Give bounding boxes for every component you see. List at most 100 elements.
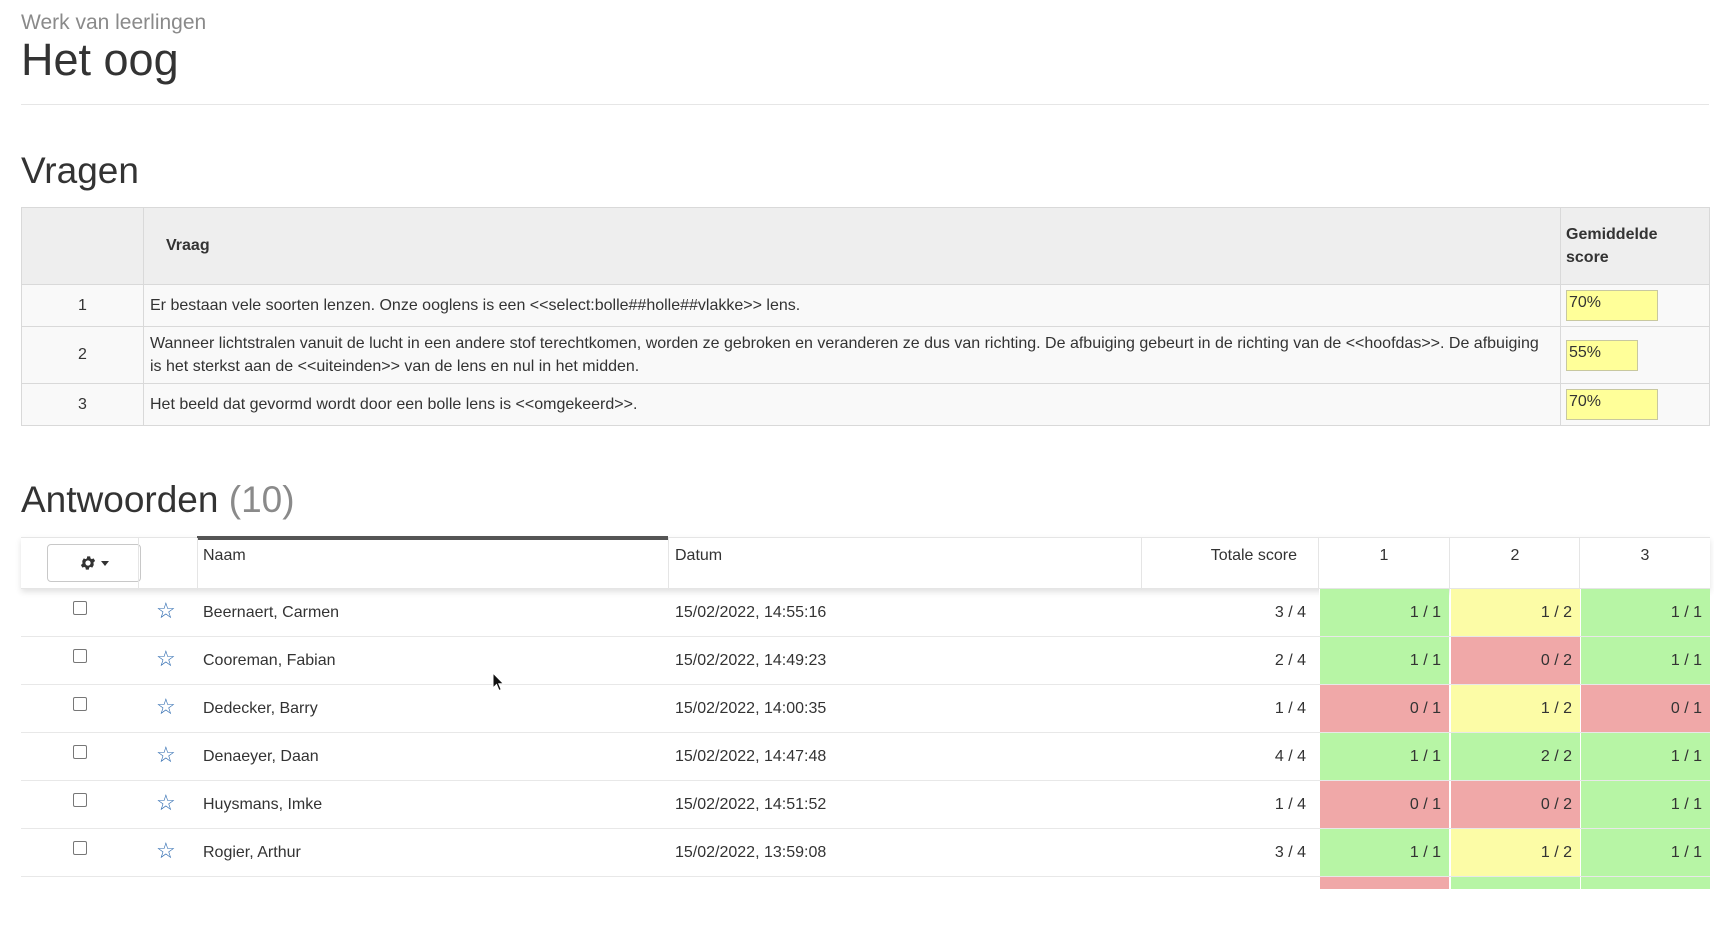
- question-number: 2: [21, 326, 144, 384]
- score-q1: 1 / 1: [1319, 829, 1449, 876]
- row-checkbox[interactable]: [73, 697, 87, 711]
- header-vraag: Vraag: [143, 207, 1561, 285]
- column-header-naam[interactable]: Naam: [203, 538, 663, 590]
- score-q3: 1 / 1: [1580, 733, 1710, 780]
- row-checkbox[interactable]: [73, 745, 87, 759]
- question-text: Wanneer lichtstralen vanuit de lucht in …: [143, 326, 1561, 384]
- questions-header-row: Vraag Gemiddelde score: [21, 207, 1710, 285]
- question-row: 3 Het beeld dat gevormd wordt door een b…: [21, 383, 1710, 426]
- student-name-link[interactable]: Beernaert, Carmen: [203, 589, 663, 636]
- questions-table: Vraag Gemiddelde score 1 Er bestaan vele…: [21, 207, 1710, 426]
- star-outline-icon[interactable]: ☆: [156, 637, 176, 681]
- table-row-partial: [21, 877, 1710, 925]
- row-checkbox[interactable]: [73, 601, 87, 615]
- student-name-link[interactable]: Huysmans, Imke: [203, 781, 663, 828]
- score-q3: 0 / 1: [1580, 685, 1710, 732]
- submission-date: 15/02/2022, 14:00:35: [675, 700, 827, 717]
- breadcrumb[interactable]: Werk van leerlingen: [21, 11, 206, 35]
- column-header-q2[interactable]: 2: [1450, 538, 1580, 590]
- score-q1: 1 / 1: [1319, 589, 1449, 636]
- total-score: 3 / 4: [1274, 844, 1306, 861]
- settings-dropdown-button[interactable]: [47, 544, 141, 582]
- total-score: 3 / 4: [1274, 604, 1306, 621]
- submission-date: 15/02/2022, 14:55:16: [675, 604, 827, 621]
- submission-date: 15/02/2022, 14:47:48: [675, 748, 827, 765]
- student-name-link[interactable]: Rogier, Arthur: [203, 829, 663, 876]
- submission-date: 15/02/2022, 13:59:08: [675, 844, 827, 861]
- star-outline-icon[interactable]: ☆: [156, 685, 176, 729]
- antwoorden-heading: Antwoorden (10): [21, 478, 295, 522]
- chevron-down-icon: [101, 560, 109, 566]
- row-checkbox[interactable]: [73, 793, 87, 807]
- score-badge: 70%: [1566, 389, 1658, 420]
- column-header-totale-score[interactable]: Totale score: [1142, 538, 1309, 590]
- header-gemiddelde-score: Gemiddelde score: [1560, 207, 1710, 285]
- score-q1: 0 / 1: [1319, 781, 1449, 828]
- score-q3: 1 / 1: [1580, 829, 1710, 876]
- student-name-link[interactable]: Denaeyer, Daan: [203, 733, 663, 780]
- question-average-score: 70%: [1560, 383, 1710, 426]
- question-text: Er bestaan vele soorten lenzen. Onze oog…: [143, 284, 1561, 327]
- question-row: 2 Wanneer lichtstralen vanuit de lucht i…: [21, 326, 1710, 384]
- question-row: 1 Er bestaan vele soorten lenzen. Onze o…: [21, 284, 1710, 327]
- table-row: ☆ Huysmans, Imke 15/02/2022, 14:51:52 1 / 4…: [21, 781, 1710, 829]
- gear-icon: [80, 556, 96, 570]
- score-q1: 0 / 1: [1319, 685, 1449, 732]
- antwoorden-heading-label: Antwoorden: [21, 479, 219, 520]
- header-vraag-label: Vraag: [166, 237, 210, 254]
- score-q1: 1 / 1: [1319, 637, 1449, 684]
- score-q2: 1 / 2: [1450, 685, 1580, 732]
- score-badge: 55%: [1566, 339, 1638, 371]
- partial-score-q1: [1319, 877, 1449, 889]
- column-header-q1[interactable]: 1: [1319, 538, 1449, 590]
- column-separator: [668, 538, 669, 590]
- answers-table-header: Naam Datum Totale score 1 2 3: [21, 536, 1710, 590]
- table-row: ☆ Cooreman, Fabian 15/02/2022, 14:49:23 2 /…: [21, 637, 1710, 685]
- score-q2: 0 / 2: [1450, 637, 1580, 684]
- star-outline-icon[interactable]: ☆: [156, 589, 176, 633]
- total-score: 1 / 4: [1274, 700, 1306, 717]
- submission-date: 15/02/2022, 14:49:23: [675, 652, 827, 669]
- score-q1: 1 / 1: [1319, 733, 1449, 780]
- divider: [21, 104, 1709, 105]
- student-name-link[interactable]: Cooreman, Fabian: [203, 637, 663, 684]
- question-average-score: 70%: [1560, 284, 1710, 327]
- question-number: 3: [21, 383, 144, 426]
- column-separator: [197, 538, 198, 590]
- submission-date: 15/02/2022, 14:51:52: [675, 796, 827, 813]
- antwoorden-count: (10): [228, 479, 295, 520]
- header-score-label: Gemiddelde score: [1566, 226, 1658, 266]
- score-badge: 70%: [1566, 290, 1658, 321]
- score-q3: 1 / 1: [1580, 781, 1710, 828]
- mouse-cursor-icon: [492, 672, 505, 692]
- star-outline-icon[interactable]: ☆: [156, 829, 176, 873]
- table-row: ☆ Rogier, Arthur 15/02/2022, 13:59:08 3 / 4…: [21, 829, 1710, 877]
- partial-score-q2: [1450, 877, 1580, 889]
- partial-score-q3: [1580, 877, 1710, 889]
- total-score: 2 / 4: [1274, 652, 1306, 669]
- column-header-q3[interactable]: 3: [1580, 538, 1710, 590]
- total-score: 4 / 4: [1274, 748, 1306, 765]
- score-q2: 2 / 2: [1450, 733, 1580, 780]
- star-outline-icon[interactable]: ☆: [156, 781, 176, 825]
- row-checkbox[interactable]: [73, 841, 87, 855]
- score-q3: 1 / 1: [1580, 589, 1710, 636]
- student-name-link[interactable]: Dedecker, Barry: [203, 685, 663, 732]
- score-q3: 1 / 1: [1580, 637, 1710, 684]
- page-title: Het oog: [21, 34, 179, 85]
- header-number: [21, 207, 144, 285]
- table-row: ☆ Beernaert, Carmen 15/02/2022, 14:55:16 3 …: [21, 589, 1710, 637]
- star-outline-icon[interactable]: ☆: [156, 733, 176, 777]
- column-header-datum[interactable]: Datum: [675, 538, 1095, 590]
- question-average-score: 55%: [1560, 326, 1710, 384]
- score-q2: 0 / 2: [1450, 781, 1580, 828]
- row-checkbox[interactable]: [73, 649, 87, 663]
- total-score: 1 / 4: [1274, 796, 1306, 813]
- score-q2: 1 / 2: [1450, 829, 1580, 876]
- question-number: 1: [21, 284, 144, 327]
- score-q2: 1 / 2: [1450, 589, 1580, 636]
- table-row: ☆ Dedecker, Barry 15/02/2022, 14:00:35 1 / …: [21, 685, 1710, 733]
- question-text: Het beeld dat gevormd wordt door een bol…: [143, 383, 1561, 426]
- vragen-heading: Vragen: [21, 150, 139, 191]
- column-separator: [138, 538, 139, 590]
